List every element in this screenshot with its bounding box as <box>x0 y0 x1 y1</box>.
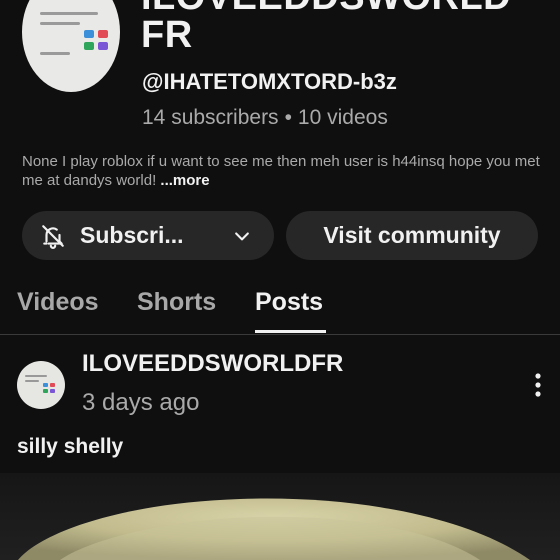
more-options-icon[interactable] <box>528 370 548 400</box>
channel-handle: @IHATETOMXTORD-b3z <box>142 69 397 94</box>
subscriber-count: 14 subscribers <box>142 106 279 129</box>
post-author-name[interactable]: ILOVEEDDSWORLDFR <box>82 350 343 378</box>
post-text: silly shelly <box>17 435 124 458</box>
subscribe-label: Subscri... <box>80 222 184 248</box>
channel-description[interactable]: None I play roblox if u want to see me t… <box>22 152 542 190</box>
post-timestamp: 3 days ago <box>82 389 200 416</box>
visit-community-label: Visit community <box>323 222 501 248</box>
post-author-avatar[interactable] <box>17 361 65 409</box>
bio-more-link[interactable]: ...more <box>160 172 209 189</box>
subscribe-button[interactable]: Subscri... <box>22 211 274 260</box>
chevron-down-icon <box>235 231 249 240</box>
post-image[interactable] <box>0 473 560 560</box>
channel-bio-text: None I play roblox if u want to see me t… <box>22 153 540 189</box>
video-count: 10 videos <box>297 106 388 129</box>
channel-stats: 14 subscribers • 10 videos <box>142 106 388 130</box>
channel-name-line1: ILOVEEDDSWORLD <box>141 0 511 16</box>
channel-avatar[interactable] <box>22 0 120 92</box>
visit-community-button[interactable]: Visit community <box>286 211 538 260</box>
active-tab-indicator <box>255 330 326 333</box>
tab-posts[interactable]: Posts <box>255 288 323 317</box>
tab-shorts[interactable]: Shorts <box>137 288 216 317</box>
channel-tabs: Videos Shorts Posts <box>0 278 560 335</box>
stats-separator: • <box>284 106 292 129</box>
channel-name-line2: FR <box>141 14 193 48</box>
bell-off-icon <box>42 224 64 249</box>
channel-name: ILOVEEDDSWORLD FR <box>141 0 541 48</box>
tab-videos[interactable]: Videos <box>17 288 99 317</box>
post-photo <box>0 473 560 560</box>
